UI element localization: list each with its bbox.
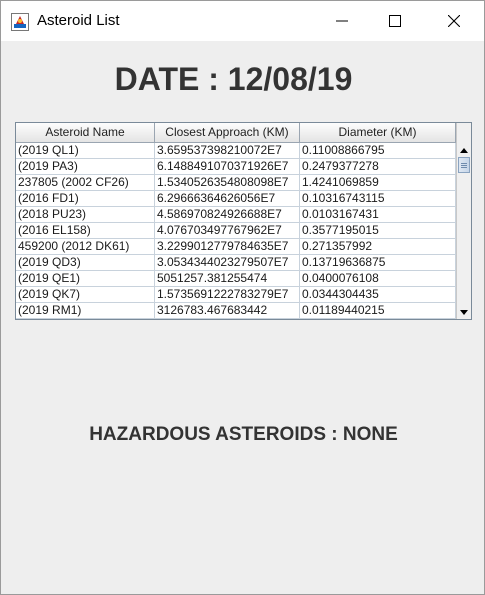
cell-asteroid-name: (2019 QD3) bbox=[16, 255, 155, 270]
cell-closest-approach: 3.0534344023279507E7 bbox=[155, 255, 300, 270]
cell-diameter: 0.0400076108 bbox=[300, 271, 456, 286]
scroll-up-button[interactable] bbox=[457, 143, 471, 157]
table-header: Asteroid Name Closest Approach (KM) Diam… bbox=[16, 123, 456, 143]
cell-diameter: 0.11008866795 bbox=[300, 143, 456, 158]
hazardous-asteroids-label: HAZARDOUS ASTEROIDS : NONE bbox=[89, 424, 398, 445]
column-header-name[interactable]: Asteroid Name bbox=[16, 123, 155, 142]
cell-asteroid-name: 459200 (2012 DK61) bbox=[16, 239, 155, 254]
scroll-down-button[interactable] bbox=[457, 305, 471, 319]
scroll-thumb[interactable] bbox=[458, 157, 470, 173]
asteroid-list-window: Asteroid List DATE : 12/08/19 Asteroid N… bbox=[0, 0, 485, 595]
cell-closest-approach: 3.659537398210072E7 bbox=[155, 143, 300, 158]
cell-closest-approach: 6.1488491070371926E7 bbox=[155, 159, 300, 174]
table-row[interactable]: (2019 QD3) 3.0534344023279507E7 0.13719636… bbox=[16, 255, 456, 271]
cell-asteroid-name: (2018 PU23) bbox=[16, 207, 155, 222]
cell-asteroid-name: (2016 EL158) bbox=[16, 223, 155, 238]
cell-closest-approach: 5051257.381255474 bbox=[155, 271, 300, 286]
arrow-down-icon bbox=[460, 309, 468, 315]
cell-asteroid-name: (2019 QL1) bbox=[16, 143, 155, 158]
maximize-icon bbox=[389, 15, 401, 27]
table-row[interactable]: (2019 QL1) 3.659537398210072E7 0.110088667… bbox=[16, 143, 456, 159]
column-header-closest-approach[interactable]: Closest Approach (KM) bbox=[155, 123, 300, 142]
cell-diameter: 0.10316743115 bbox=[300, 191, 456, 206]
cell-closest-approach: 1.5340526354808098E7 bbox=[155, 175, 300, 190]
cell-closest-approach: 6.29666364626056E7 bbox=[155, 191, 300, 206]
cell-asteroid-name: (2019 PA3) bbox=[16, 159, 155, 174]
column-header-diameter[interactable]: Diameter (KM) bbox=[300, 123, 456, 142]
cell-diameter: 0.271357992 bbox=[300, 239, 456, 254]
table-row[interactable]: (2019 RM1) 3126783.467683442 0.01189440215 bbox=[16, 303, 456, 319]
table-row[interactable]: 459200 (2012 DK61) 3.2299012779784635E7 0.… bbox=[16, 239, 456, 255]
cell-diameter: 0.0103167431 bbox=[300, 207, 456, 222]
cell-diameter: 0.01189440215 bbox=[300, 303, 456, 318]
cell-asteroid-name: (2016 FD1) bbox=[16, 191, 155, 206]
cell-diameter: 1.4241069859 bbox=[300, 175, 456, 190]
table-row[interactable]: (2016 EL158) 4.076703497767962E7 0.3577195… bbox=[16, 223, 456, 239]
table-row[interactable]: (2016 FD1) 6.29666364626056E7 0.1031674311… bbox=[16, 191, 456, 207]
cell-asteroid-name: (2019 RM1) bbox=[16, 303, 155, 318]
cell-closest-approach: 4.076703497767962E7 bbox=[155, 223, 300, 238]
window-title: Asteroid List bbox=[37, 12, 120, 29]
cell-asteroid-name: (2019 QE1) bbox=[16, 271, 155, 286]
java-app-icon bbox=[11, 13, 29, 31]
asteroid-table[interactable]: Asteroid Name Closest Approach (KM) Diam… bbox=[15, 122, 472, 320]
cell-diameter: 0.2479377278 bbox=[300, 159, 456, 174]
grip-line bbox=[461, 165, 467, 166]
table-row[interactable]: (2019 PA3) 6.1488491070371926E7 0.24793772… bbox=[16, 159, 456, 175]
table-row[interactable]: (2019 QE1) 5051257.381255474 0.0400076108 bbox=[16, 271, 456, 287]
cell-diameter: 0.13719636875 bbox=[300, 255, 456, 270]
cell-closest-approach: 1.5735691222783279E7 bbox=[155, 287, 300, 302]
close-button[interactable] bbox=[431, 1, 477, 41]
minimize-icon bbox=[336, 20, 348, 22]
grip-line bbox=[461, 163, 467, 164]
cell-asteroid-name: 237805 (2002 CF26) bbox=[16, 175, 155, 190]
grip-line bbox=[461, 167, 467, 168]
arrow-up-icon bbox=[460, 147, 468, 153]
cell-diameter: 0.3577195015 bbox=[300, 223, 456, 238]
cell-closest-approach: 4.586970824926688E7 bbox=[155, 207, 300, 222]
table-row[interactable]: (2019 QK7) 1.5735691222783279E7 0.03443044… bbox=[16, 287, 456, 303]
cell-closest-approach: 3.2299012779784635E7 bbox=[155, 239, 300, 254]
minimize-button[interactable] bbox=[319, 1, 365, 41]
table-row[interactable]: 237805 (2002 CF26) 1.5340526354808098E7 1.… bbox=[16, 175, 456, 191]
cell-closest-approach: 3126783.467683442 bbox=[155, 303, 300, 318]
cell-diameter: 0.0344304435 bbox=[300, 287, 456, 302]
date-heading: DATE : 12/08/19 bbox=[114, 61, 353, 97]
maximize-button[interactable] bbox=[372, 1, 418, 41]
vertical-scrollbar[interactable] bbox=[456, 123, 471, 319]
table-row[interactable]: (2018 PU23) 4.586970824926688E7 0.01031674… bbox=[16, 207, 456, 223]
cell-asteroid-name: (2019 QK7) bbox=[16, 287, 155, 302]
title-bar[interactable]: Asteroid List bbox=[1, 1, 484, 41]
close-icon bbox=[448, 15, 460, 27]
table-body: (2019 QL1) 3.659537398210072E7 0.110088667… bbox=[16, 143, 456, 319]
